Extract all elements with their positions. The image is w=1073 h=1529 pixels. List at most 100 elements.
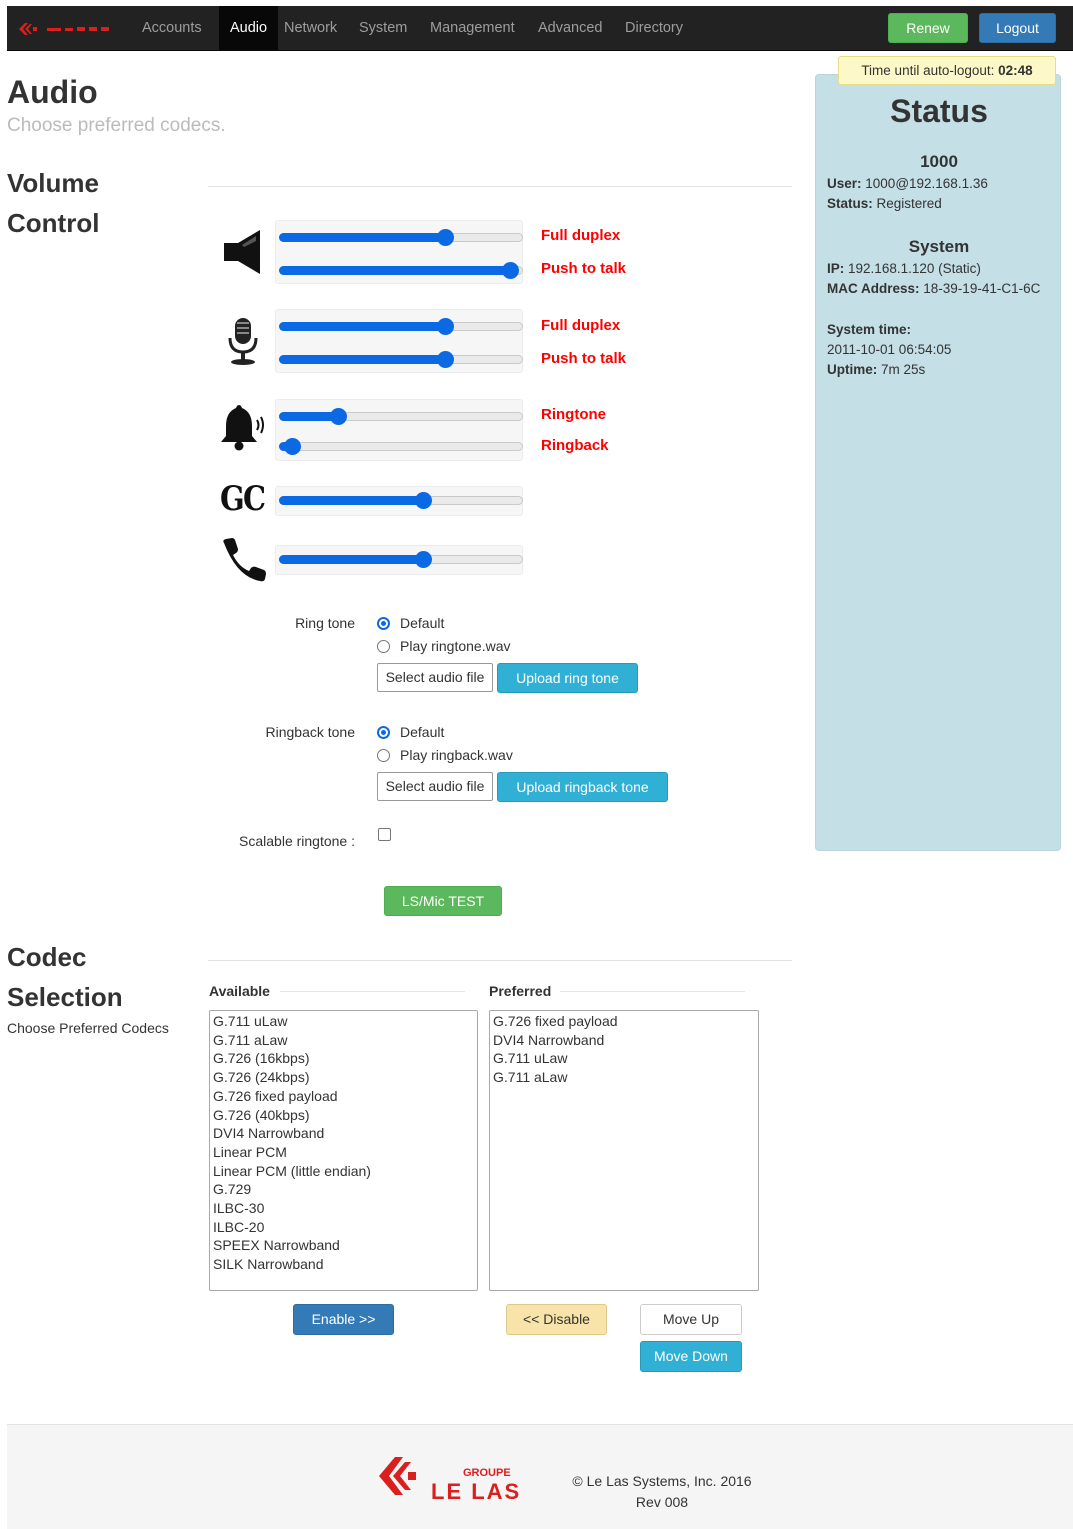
autologout-timer: Time until auto-logout: 02:48 [838, 56, 1056, 85]
enable-codec-button[interactable]: Enable >> [293, 1304, 394, 1335]
footer: GROUPE LE LAS © Le Las Systems, Inc. 201… [7, 1424, 1073, 1529]
slider-knob[interactable] [502, 262, 519, 279]
slider-knob[interactable] [330, 408, 347, 425]
available-codec-option[interactable]: Linear PCM (little endian) [213, 1162, 474, 1181]
available-codec-option[interactable]: G.711 uLaw [213, 1012, 474, 1031]
available-heading: Available [209, 983, 270, 999]
preferred-codec-option[interactable]: DVI4 Narrowband [493, 1031, 755, 1050]
available-codec-option[interactable]: SPEEX Narrowband [213, 1236, 474, 1255]
account-heading: 1000 [920, 152, 958, 171]
disable-codec-button[interactable]: << Disable [506, 1304, 607, 1335]
registration-status-line: Status: Registered [827, 196, 942, 211]
available-codec-option[interactable]: G.726 fixed payload [213, 1087, 474, 1106]
available-codec-option[interactable]: G.711 aLaw [213, 1031, 474, 1050]
volume-section-title: Volume Control [7, 168, 100, 238]
ring-tone-wav-option[interactable]: Play ringtone.wav [377, 638, 511, 654]
system-time-line: System time: 2011-10-01 06:54:05 [827, 322, 952, 357]
available-codecs-list[interactable]: G.711 uLaw G.711 aLaw G.726 (16kbps) G.726 … [209, 1010, 478, 1291]
renew-button[interactable]: Renew [888, 13, 968, 43]
page-title: Audio [7, 74, 98, 110]
logout-button[interactable]: Logout [979, 13, 1056, 43]
microphone-icon [228, 318, 258, 365]
move-up-button[interactable]: Move Up [640, 1304, 742, 1335]
available-codec-option[interactable]: G.726 (40kbps) [213, 1106, 474, 1125]
ring-tone-label: Ring tone [295, 615, 355, 631]
scalable-ringtone-label: Scalable ringtone : [239, 833, 355, 849]
preferred-codec-option[interactable]: G.711 uLaw [493, 1049, 755, 1068]
gc-slider[interactable] [279, 492, 523, 509]
handset-slider-group [275, 545, 523, 575]
available-codec-option[interactable]: ILBC-30 [213, 1199, 474, 1218]
upload-ring-tone-button[interactable]: Upload ring tone [497, 663, 638, 693]
speaker-full-duplex-slider[interactable] [279, 229, 523, 246]
brand-logo[interactable] [17, 22, 127, 36]
scalable-ringtone-checkbox[interactable] [378, 828, 391, 841]
ip-line: IP: 192.168.1.120 (Static) [827, 261, 981, 276]
preferred-codec-option[interactable]: G.711 aLaw [493, 1068, 755, 1087]
available-codec-option[interactable]: G.726 (24kbps) [213, 1068, 474, 1087]
ring-tone-default-radio[interactable] [377, 616, 390, 630]
ls-mic-test-button[interactable]: LS/Mic TEST [384, 886, 502, 916]
slider-knob[interactable] [437, 229, 454, 246]
preferred-codecs-list[interactable]: G.726 fixed payload DVI4 Narrowband G.711 … [489, 1010, 759, 1291]
preferred-heading-rule [560, 991, 745, 992]
gc-icon: GC [220, 479, 266, 519]
microphone-slider-group [275, 309, 523, 373]
ringback-slider[interactable] [279, 438, 523, 455]
user-line: User: 1000@192.168.1.36 [827, 176, 988, 191]
handset-slider[interactable] [279, 551, 523, 568]
mac-line: MAC Address: 18-39-19-41-C1-6C [827, 281, 1041, 296]
speaker-slider-group [275, 220, 523, 284]
nav-management[interactable]: Management [419, 6, 526, 51]
available-codec-option[interactable]: DVI4 Narrowband [213, 1124, 474, 1143]
page-subtitle: Choose preferred codecs. [7, 115, 226, 136]
gc-slider-group [275, 486, 523, 516]
ringtone-label: Ringtone [541, 406, 606, 423]
ring-tone-default-option[interactable]: Default [377, 615, 444, 631]
ring-tone-wav-radio[interactable] [377, 639, 390, 653]
available-codec-option[interactable]: G.726 (16kbps) [213, 1049, 474, 1068]
phone-icon [223, 538, 266, 582]
mic-full-duplex-label: Full duplex [541, 317, 621, 334]
preferred-heading: Preferred [489, 983, 552, 999]
ringback-wav-option[interactable]: Play ringback.wav [377, 747, 513, 763]
slider-knob[interactable] [415, 492, 432, 509]
codec-section-title: Codec Selection [7, 942, 123, 1012]
ringtone-slider[interactable] [279, 408, 523, 425]
upload-ringback-tone-button[interactable]: Upload ringback tone [497, 772, 668, 802]
preferred-codec-option[interactable]: G.726 fixed payload [493, 1012, 755, 1031]
speaker-push-to-talk-slider[interactable] [279, 262, 523, 279]
mic-push-to-talk-slider[interactable] [279, 351, 523, 368]
status-panel: Status 1000 User: 1000@192.168.1.36 Stat… [815, 74, 1061, 851]
codec-divider [208, 960, 792, 961]
volume-divider [208, 186, 792, 187]
nav-system[interactable]: System [348, 6, 418, 51]
mic-full-duplex-slider[interactable] [279, 318, 523, 335]
nav-directory[interactable]: Directory [614, 6, 694, 51]
slider-knob[interactable] [437, 351, 454, 368]
slider-knob[interactable] [284, 438, 301, 455]
ringback-default-option[interactable]: Default [377, 724, 444, 740]
nav-audio[interactable]: Audio [219, 6, 279, 51]
slider-knob[interactable] [437, 318, 454, 335]
codec-subtitle: Choose Preferred Codecs [7, 1020, 169, 1036]
nav-advanced[interactable]: Advanced [527, 6, 614, 51]
available-codec-option[interactable]: ILBC-20 [213, 1218, 474, 1237]
ringback-tone-label: Ringback tone [265, 724, 355, 740]
available-codec-option[interactable]: SILK Narrowband [213, 1255, 474, 1274]
available-codec-option[interactable]: Linear PCM [213, 1143, 474, 1162]
nav-network[interactable]: Network [273, 6, 348, 51]
logo-main-text: LE LAS [431, 1479, 522, 1504]
ring-tone-file-select[interactable]: Select audio file [377, 663, 493, 692]
move-down-button[interactable]: Move Down [640, 1341, 742, 1372]
ringback-wav-radio[interactable] [377, 748, 390, 762]
slider-knob[interactable] [415, 551, 432, 568]
copyright-text: © Le Las Systems, Inc. 2016 [572, 1473, 752, 1489]
copyright: © Le Las Systems, Inc. 2016 Rev 008 [552, 1471, 772, 1513]
mic-push-to-talk-label: Push to talk [541, 350, 627, 367]
ringback-default-radio[interactable] [377, 725, 390, 739]
system-heading: System [908, 237, 970, 256]
nav-accounts[interactable]: Accounts [131, 6, 213, 51]
available-codec-option[interactable]: G.729 [213, 1180, 474, 1199]
ringback-file-select[interactable]: Select audio file [377, 772, 493, 801]
